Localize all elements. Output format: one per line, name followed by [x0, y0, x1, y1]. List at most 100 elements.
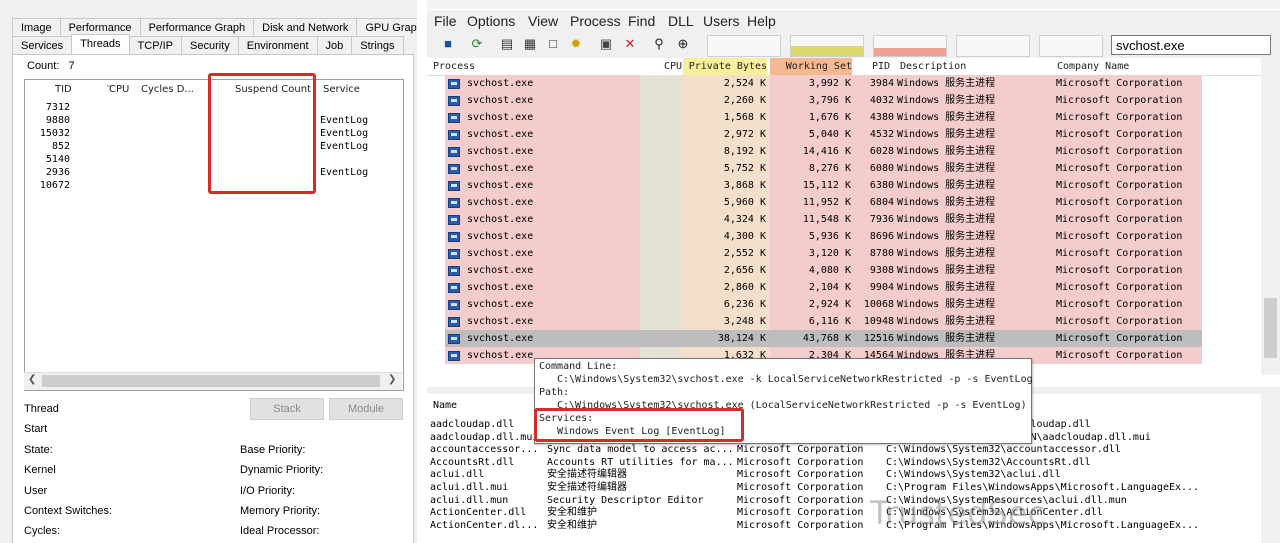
tab-services[interactable]: Services [12, 36, 73, 54]
menu-process[interactable]: Process [570, 13, 621, 29]
dll-description: 安全描述符编辑器 [547, 469, 627, 481]
col-header-cycles[interactable]: Cycles D... [141, 80, 194, 100]
commit-graph-fill [791, 46, 863, 56]
tab-disk-and-network[interactable]: Disk and Network [253, 18, 358, 36]
tab-image[interactable]: Image [12, 18, 61, 36]
dll-row[interactable]: ActionCenter.dll 安全和维护 Microsoft Corporati… [427, 506, 1261, 519]
private-bytes: 4,324 K [723, 214, 766, 225]
tab-job[interactable]: Job [316, 36, 353, 54]
window-icon[interactable]: □ [545, 36, 561, 52]
process-row[interactable]: svchost.exe 3,868 K 15,112 K 6380 Windows 服务… [427, 177, 1202, 194]
col-header-cpu[interactable]: CPU [640, 58, 682, 75]
menu-find[interactable]: Find [628, 13, 655, 29]
kill-process-icon[interactable]: ✕ [622, 36, 638, 52]
dll-row[interactable]: aclui.dll.mui 安全描述符编辑器 Microsoft Corporati… [427, 481, 1261, 494]
dll-row[interactable]: AccountsRt.dll Accounts RT utilities for … [427, 456, 1261, 469]
process-row[interactable]: svchost.exe 5,960 K 11,952 K 6804 Windows 服务… [427, 194, 1202, 211]
dll-row[interactable]: accountaccessor... Sync data model to acc… [427, 443, 1261, 456]
refresh-icon[interactable]: ⟳ [469, 36, 485, 52]
menu-file[interactable]: File [434, 13, 457, 29]
cpu-cell-background [640, 177, 682, 194]
tab-gpu-graph[interactable]: GPU Graph [356, 18, 417, 36]
find-icon[interactable]: ⚲ [651, 36, 667, 52]
scroll-left-icon[interactable]: ❮ [28, 374, 36, 385]
properties-icon[interactable]: ▦ [522, 36, 538, 52]
process-row[interactable]: svchost.exe 3,248 K 6,116 K 10948 Windows 服务… [427, 313, 1202, 330]
dll-company: Microsoft Corporation [737, 456, 864, 468]
col-header-private-bytes[interactable]: Private Bytes [683, 58, 767, 75]
process-row[interactable]: svchost.exe 8,192 K 14,416 K 6028 Windows 服务… [427, 143, 1202, 160]
tab-environment[interactable]: Environment [237, 36, 318, 54]
process-row[interactable]: svchost.exe 4,300 K 5,936 K 8696 Windows 服务主… [427, 228, 1202, 245]
tab-security[interactable]: Security [181, 36, 239, 54]
process-row[interactable]: svchost.exe 38,124 K 43,768 K 12516 Windows … [427, 330, 1202, 347]
menu-help[interactable]: Help [747, 13, 776, 29]
process-row[interactable]: svchost.exe 5,752 K 8,276 K 6080 Windows 服务主… [427, 160, 1202, 177]
menu-users[interactable]: Users [703, 13, 740, 29]
process-row[interactable]: svchost.exe 2,552 K 3,120 K 8780 Windows 服务主… [427, 245, 1202, 262]
col-header-process[interactable]: Process [433, 58, 475, 75]
working-set: 3,992 K [808, 78, 851, 89]
services-highlight [534, 408, 744, 442]
search-input[interactable]: svchost.exe [1111, 35, 1271, 55]
tab-strings[interactable]: Strings [351, 36, 404, 54]
menu-options[interactable]: Options [467, 13, 515, 29]
tab-tcp-ip[interactable]: TCP/IP [128, 36, 182, 54]
dll-list-vscrollbar[interactable] [1261, 394, 1280, 543]
menu-bar: File Options View Process Find DLL Users Help [427, 10, 1280, 32]
company-name: Microsoft Corporation [1056, 197, 1183, 208]
system-info-icon[interactable]: ▤ [499, 36, 515, 52]
col-header-company[interactable]: Company Name [1057, 58, 1129, 75]
thread-service: EventLog [320, 115, 369, 126]
process-list[interactable]: svchost.exe 2,524 K 3,992 K 3984 Windows 服务主… [427, 75, 1261, 375]
scroll-right-icon[interactable]: ❯ [388, 374, 396, 385]
col-header-tid[interactable]: TID [55, 80, 72, 100]
menu-view[interactable]: View [528, 13, 558, 29]
cpu-usage-graph[interactable] [707, 35, 781, 57]
process-list-vscrollbar[interactable] [1261, 58, 1280, 375]
commit-graph[interactable] [790, 35, 864, 57]
menu-dll[interactable]: DLL [668, 13, 694, 29]
io-graph[interactable] [956, 35, 1030, 57]
private-bytes: 2,972 K [723, 129, 766, 140]
dll-row[interactable]: ActionCenter.dl... 安全和维护 Microsoft Corpora… [427, 519, 1261, 532]
process-name: svchost.exe [467, 214, 534, 225]
tab-performance-graph[interactable]: Performance Graph [139, 18, 255, 36]
hscroll-thumb[interactable] [42, 375, 380, 387]
gpu-graph[interactable] [1039, 35, 1103, 57]
vscroll-thumb[interactable] [1264, 298, 1277, 358]
process-row[interactable]: svchost.exe 1,568 K 1,676 K 4380 Windows 服务主… [427, 109, 1202, 126]
process-row[interactable]: svchost.exe 2,524 K 3,992 K 3984 Windows 服务主… [427, 75, 1202, 92]
col-header-working-set[interactable]: Working Set [770, 58, 852, 75]
dll-company: Microsoft Corporation [737, 482, 864, 493]
handle-icon[interactable]: ▣ [598, 36, 614, 52]
col-header-service[interactable]: Service [323, 80, 360, 100]
module-button[interactable]: Module [329, 398, 403, 420]
working-set: 3,796 K [808, 95, 851, 106]
company-name: Microsoft Corporation [1056, 333, 1183, 344]
save-icon[interactable]: ■ [440, 36, 456, 52]
process-icon [448, 164, 460, 174]
process-row[interactable]: svchost.exe 2,860 K 2,104 K 9904 Windows 服务主… [427, 279, 1202, 296]
process-row[interactable]: svchost.exe 2,260 K 3,796 K 4032 Windows 服务主… [427, 92, 1202, 109]
col-header-description[interactable]: Description [900, 58, 966, 75]
process-row[interactable]: svchost.exe 2,656 K 4,080 K 9308 Windows 服务主… [427, 262, 1202, 279]
tab-threads[interactable]: Threads [71, 34, 130, 54]
col-header-pid[interactable]: PID [872, 58, 890, 75]
target-icon[interactable]: ⊕ [675, 36, 691, 52]
working-set: 1,676 K [808, 112, 851, 123]
dll-description: Security Descriptor Editor [547, 494, 704, 506]
dll-company: Microsoft Corporation [737, 469, 864, 481]
thread-list-hscrollbar[interactable]: ❮ ❯ [24, 372, 402, 390]
gear-icon[interactable]: ✹ [568, 36, 584, 52]
process-row[interactable]: svchost.exe 6,236 K 2,924 K 10068 Windows 服务… [427, 296, 1202, 313]
stack-button[interactable]: Stack [250, 398, 324, 420]
col-header-name[interactable]: Name [433, 400, 457, 411]
dll-row[interactable]: aclui.dll.mun Security Descriptor Editor M… [427, 494, 1261, 507]
dll-row[interactable]: aclui.dll 安全描述符编辑器 Microsoft Corporation C:… [427, 468, 1261, 481]
thread-tid: 2936 [45, 167, 70, 178]
pid: 6080 [869, 163, 894, 174]
process-row[interactable]: svchost.exe 2,972 K 5,040 K 4532 Windows 服务主… [427, 126, 1202, 143]
process-row[interactable]: svchost.exe 4,324 K 11,548 K 7936 Windows 服务… [427, 211, 1202, 228]
physical-memory-graph[interactable] [873, 35, 947, 57]
